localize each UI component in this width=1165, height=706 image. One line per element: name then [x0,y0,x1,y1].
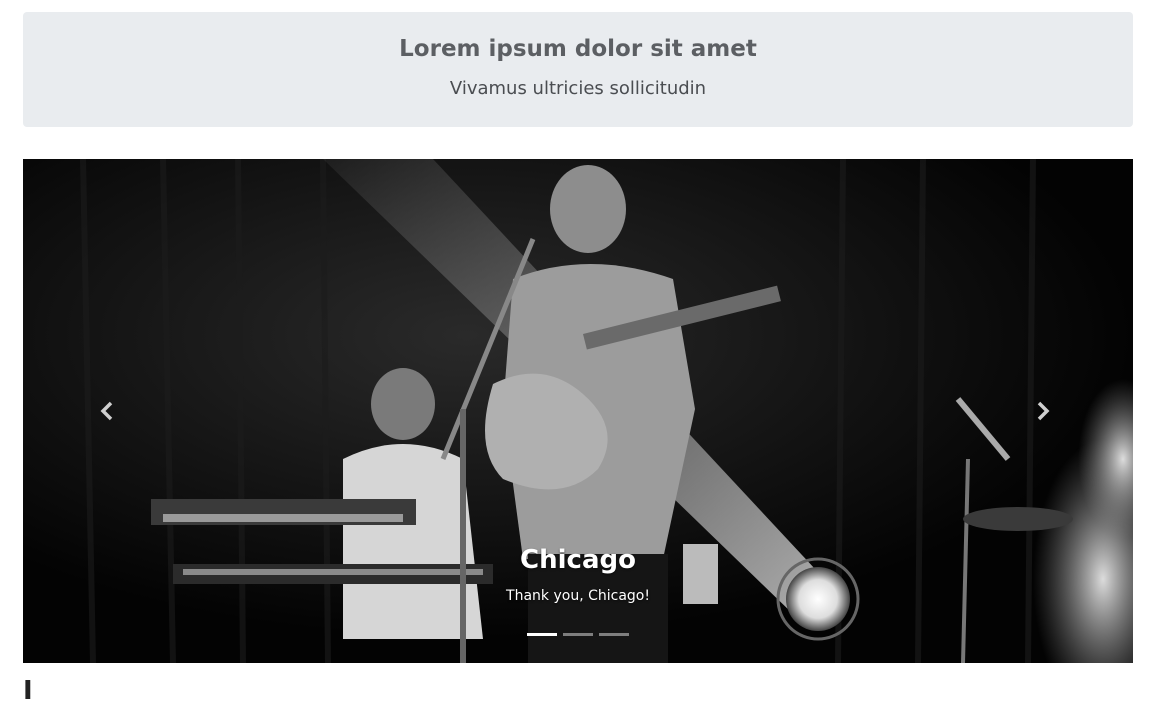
carousel-indicators [23,633,1133,636]
jumbotron-subtitle: Vivamus ultricies sollicitudin [449,78,707,99]
carousel-indicator-3[interactable] [599,633,629,636]
slide-title: Chicago [520,545,636,575]
chevron-left-icon [100,401,113,421]
jumbotron-title: Lorem ipsum dolor sit amet [399,36,757,62]
slide-caption: Thank you, Chicago! [506,588,650,604]
chevron-right-icon [1037,401,1050,421]
jumbotron: Lorem ipsum dolor sit amet Vivamus ultri… [23,12,1133,127]
carousel-indicator-2[interactable] [563,633,593,636]
carousel-indicator-1[interactable] [527,633,557,636]
carousel-caption: Chicago Thank you, Chicago! [23,542,1133,606]
image-carousel[interactable]: Chicago Thank you, Chicago! [23,159,1133,663]
section-heading: I [23,676,33,706]
